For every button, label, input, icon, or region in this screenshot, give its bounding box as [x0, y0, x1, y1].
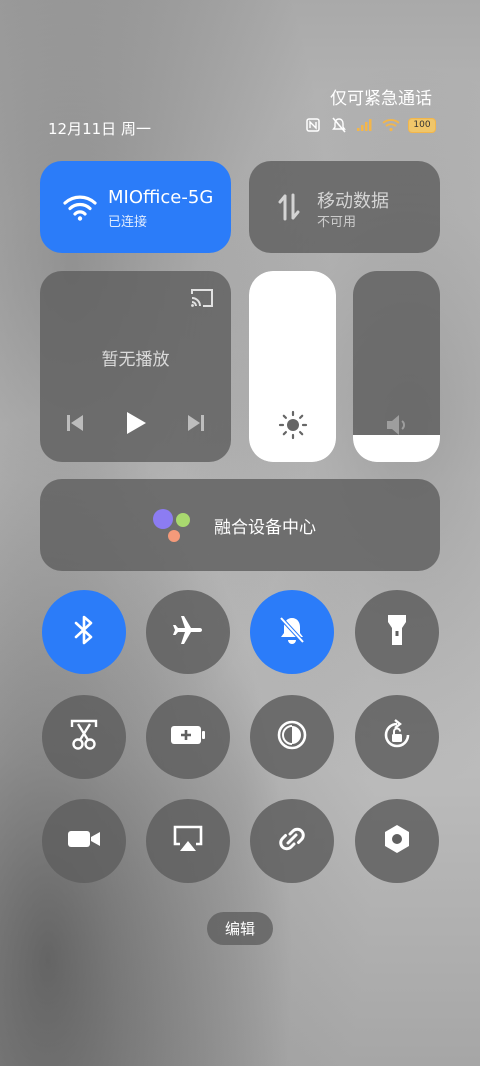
screenshot-toggle[interactable] [42, 695, 126, 779]
bluetooth-icon [70, 614, 98, 650]
settings-toggle[interactable] [355, 799, 439, 883]
signal-icon [356, 116, 374, 134]
contrast-icon [276, 719, 308, 755]
wifi-tile[interactable]: MIOffice-5G 已连接 [40, 161, 231, 253]
video-camera-icon [66, 827, 102, 855]
volume-icon [384, 412, 410, 442]
previous-track-icon[interactable] [66, 413, 84, 437]
device-hub-icon [150, 507, 194, 549]
video-toggle[interactable] [42, 799, 126, 883]
rotation-lock-icon [381, 719, 413, 755]
mute-bell-icon [276, 614, 308, 650]
device-hub-tile[interactable]: 融合设备中心 [40, 479, 440, 571]
device-hub-label: 融合设备中心 [214, 518, 316, 538]
silent-mode-toggle[interactable] [250, 590, 334, 674]
wifi-network-name: MIOffice-5G [108, 187, 212, 208]
flashlight-toggle[interactable] [355, 590, 439, 674]
emergency-call-text: 仅可紧急通话 [330, 89, 432, 109]
screen-cast-toggle[interactable] [146, 799, 230, 883]
bluetooth-toggle[interactable] [42, 590, 126, 674]
mobile-data-title: 移动数据 [317, 191, 389, 212]
media-status: 暂无播放 [101, 350, 170, 370]
battery-indicator: 100 [408, 117, 436, 133]
mobile-data-status: 不可用 [317, 215, 357, 230]
airplay-icon [171, 824, 205, 858]
nfc-icon [304, 116, 322, 134]
date-text: 12月11日 周一 [48, 120, 151, 138]
brightness-icon [278, 410, 308, 444]
dark-mode-toggle[interactable] [250, 695, 334, 779]
rotation-lock-toggle[interactable] [355, 695, 439, 779]
next-track-icon[interactable] [187, 413, 205, 437]
wifi-icon [62, 189, 98, 225]
play-icon[interactable] [124, 410, 148, 440]
cast-icon[interactable] [189, 287, 215, 313]
volume-slider[interactable] [353, 271, 440, 462]
status-icons: 100 [304, 116, 436, 134]
airplane-mode-toggle[interactable] [146, 590, 230, 674]
wifi-status-icon [382, 116, 400, 134]
battery-saver-toggle[interactable] [146, 695, 230, 779]
mobile-data-icon [271, 189, 307, 225]
edit-button[interactable]: 编辑 [207, 912, 273, 945]
media-player-tile[interactable]: 暂无播放 [40, 271, 231, 462]
wifi-status: 已连接 [108, 215, 148, 230]
screenshot-scissors-icon [68, 718, 100, 756]
brightness-slider[interactable] [249, 271, 336, 462]
hexagon-gear-icon [382, 823, 412, 859]
airplane-icon [171, 613, 205, 651]
flashlight-icon [385, 613, 409, 651]
mobile-data-tile[interactable]: 移动数据 不可用 [249, 161, 440, 253]
battery-saver-icon [169, 723, 207, 751]
link-icon [275, 822, 309, 860]
link-toggle[interactable] [250, 799, 334, 883]
mute-icon [330, 116, 348, 134]
